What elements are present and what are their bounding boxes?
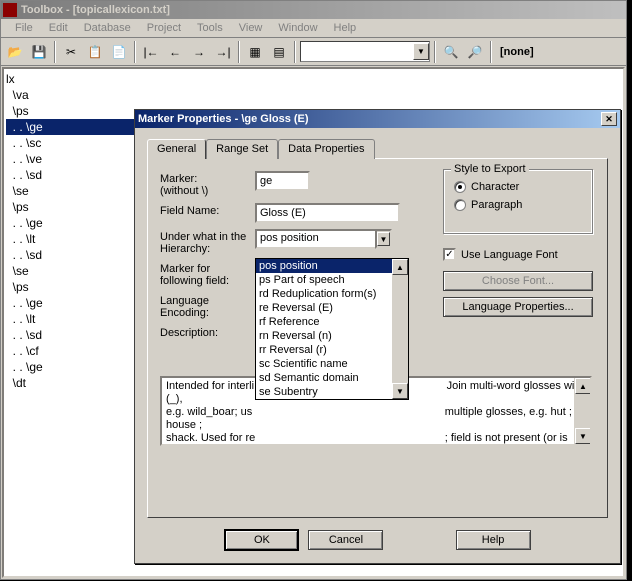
menu-view[interactable]: View	[231, 22, 271, 34]
desc-label: Description:	[160, 325, 255, 339]
menu-database[interactable]: Database	[76, 22, 139, 34]
dropdown-item[interactable]: rr Reversal (r)	[256, 343, 408, 357]
language-properties-button[interactable]: Language Properties...	[443, 297, 593, 317]
choose-font-button[interactable]: Choose Font...	[443, 271, 593, 291]
grid2-icon[interactable]: ▤	[268, 41, 290, 63]
hierarchy-combo-value: pos position	[255, 229, 375, 249]
dropdown-item[interactable]: rd Reduplication form(s)	[256, 287, 408, 301]
scroll-down-icon[interactable]: ▼	[392, 383, 408, 399]
app-title: Toolbox - [topicallexicon.txt]	[21, 4, 170, 16]
menu-bar: File Edit Database Project Tools View Wi…	[1, 19, 626, 38]
menu-file[interactable]: File	[7, 22, 41, 34]
main-title-bar: Toolbox - [topicallexicon.txt]	[1, 1, 626, 19]
dropdown-item[interactable]: re Reversal (E)	[256, 301, 408, 315]
help-button[interactable]: Help	[456, 530, 531, 550]
dropdown-item[interactable]: sd Semantic domain	[256, 371, 408, 385]
next-icon[interactable]: →	[188, 41, 210, 63]
menu-project[interactable]: Project	[139, 22, 189, 34]
checkbox-use-language-font[interactable]: ✓ Use Language Font	[443, 248, 595, 261]
copy-icon[interactable]: 📋	[84, 41, 106, 63]
menu-window[interactable]: Window	[270, 22, 325, 34]
tree-item[interactable]: \va	[6, 87, 621, 103]
prev-icon[interactable]: ←	[164, 41, 186, 63]
app-icon	[3, 3, 17, 17]
scroll-up-icon[interactable]: ▲	[392, 259, 408, 275]
marker-label: Marker: (without \)	[160, 171, 255, 197]
chevron-down-icon[interactable]: ▼	[377, 232, 390, 246]
hierarchy-label: Under what in the Hierarchy:	[160, 229, 255, 255]
grid1-icon[interactable]: ▦	[244, 41, 266, 63]
hierarchy-combo[interactable]: pos position ▼	[255, 229, 392, 249]
close-icon[interactable]: ✕	[601, 112, 617, 126]
radio-character[interactable]: Character	[454, 181, 582, 193]
menu-edit[interactable]: Edit	[41, 22, 76, 34]
marker-input[interactable]	[255, 171, 310, 191]
dropdown-item[interactable]: se Subentry	[256, 385, 408, 399]
toolbar-combo-1[interactable]: ▼	[300, 41, 430, 62]
first-icon[interactable]: |←	[140, 41, 162, 63]
tab-data-properties[interactable]: Data Properties	[278, 139, 374, 159]
cancel-button[interactable]: Cancel	[308, 530, 383, 550]
open-icon[interactable]: 📂	[4, 41, 26, 63]
tab-panel-general: Marker: (without \) Field Name: Under wh…	[147, 158, 608, 518]
last-icon[interactable]: →|	[212, 41, 234, 63]
save-icon[interactable]: 💾	[28, 41, 50, 63]
menu-tools[interactable]: Tools	[189, 22, 231, 34]
tab-general[interactable]: General	[147, 139, 206, 159]
dropdown-item[interactable]: rn Reversal (n)	[256, 329, 408, 343]
dropdown-item[interactable]: ps Part of speech	[256, 273, 408, 287]
style-legend: Style to Export	[451, 163, 529, 175]
dialog-title: Marker Properties - \ge Gloss (E)	[138, 113, 309, 125]
scroll-up-icon[interactable]: ▲	[575, 378, 591, 394]
binoculars2-icon[interactable]: 🔎	[464, 41, 486, 63]
toolbar: 📂 💾 ✂ 📋 📄 |← ← → →| ▦ ▤ ▼ 🔍 🔎 [none]	[1, 38, 626, 66]
fieldname-input[interactable]	[255, 203, 400, 223]
dropdown-item[interactable]: sc Scientific name	[256, 357, 408, 371]
tree-item[interactable]: lx	[6, 71, 621, 87]
toolbar-none-label: [none]	[500, 46, 534, 58]
dropdown-item[interactable]: pos position	[256, 259, 408, 273]
dialog-title-bar[interactable]: Marker Properties - \ge Gloss (E) ✕	[135, 110, 620, 128]
paste-icon[interactable]: 📄	[108, 41, 130, 63]
following-label: Marker for following field:	[160, 261, 255, 287]
radio-paragraph[interactable]: Paragraph	[454, 199, 582, 211]
scroll-down-icon[interactable]: ▼	[575, 428, 591, 444]
tab-range-set[interactable]: Range Set	[206, 139, 278, 159]
cut-icon[interactable]: ✂	[60, 41, 82, 63]
dropdown-item[interactable]: rf Reference	[256, 315, 408, 329]
binoculars-icon[interactable]: 🔍	[440, 41, 462, 63]
fieldname-label: Field Name:	[160, 203, 255, 217]
ok-button[interactable]: OK	[224, 529, 299, 551]
encoding-label: Language Encoding:	[160, 293, 255, 319]
hierarchy-dropdown[interactable]: pos positionps Part of speechrd Reduplic…	[255, 258, 409, 400]
menu-help[interactable]: Help	[326, 22, 365, 34]
marker-properties-dialog: Marker Properties - \ge Gloss (E) ✕ Gene…	[134, 109, 621, 564]
